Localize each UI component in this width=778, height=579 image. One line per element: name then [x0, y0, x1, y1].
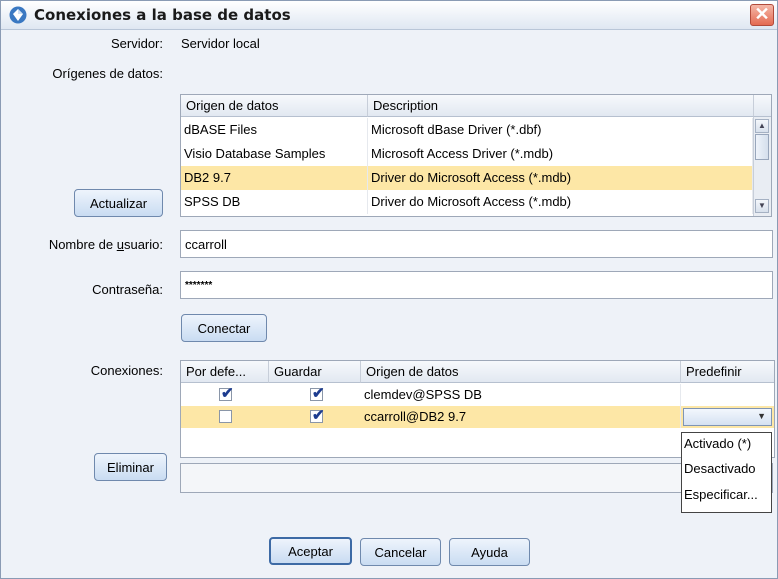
source-name-cell: SPSS DB — [181, 190, 368, 214]
column-header-source[interactable]: Origen de datos — [361, 361, 681, 383]
connections-label: Conexiones: — [90, 363, 163, 378]
help-button[interactable]: Ayuda — [449, 538, 530, 566]
default-checkbox[interactable] — [219, 410, 232, 423]
delete-button[interactable]: Eliminar — [94, 453, 167, 481]
title-bar: Conexiones a la base de datos ✕ — [1, 1, 777, 30]
option-enabled[interactable]: Activado (*) — [684, 436, 751, 458]
data-sources-label: Orígenes de datos: — [52, 66, 163, 81]
option-disabled[interactable]: Desactivado — [684, 461, 756, 483]
driver-cell: Driver do Microsoft Access (*.mdb) — [368, 190, 753, 214]
table-row[interactable]: DB2 9.7 Driver do Microsoft Access (*.mdb… — [181, 166, 753, 190]
driver-cell: Microsoft dBase Driver (*.dbf) — [368, 118, 753, 142]
connection-source-cell: ccarroll@DB2 9.7 — [361, 406, 681, 428]
password-input[interactable] — [180, 271, 773, 299]
connect-button[interactable]: Conectar — [181, 314, 267, 342]
source-name-cell: dBASE Files — [181, 118, 368, 142]
header-filler — [754, 95, 771, 117]
scroll-up-icon[interactable]: ▲ — [755, 119, 769, 133]
column-header-source[interactable]: Origen de datos — [181, 95, 368, 117]
server-label: Servidor: — [110, 36, 163, 51]
default-checkbox[interactable]: ✔ — [219, 385, 234, 402]
connection-source-cell: clemdev@SPSS DB — [361, 384, 681, 406]
cancel-button[interactable]: Cancelar — [360, 538, 441, 566]
table-row[interactable]: ✔ ✔ clemdev@SPSS DB — [181, 384, 774, 406]
table-row[interactable]: SPSS DB Driver do Microsoft Access (*.mdb… — [181, 190, 753, 214]
checkmark-icon: ✔ — [312, 385, 325, 402]
option-specify[interactable]: Especificar... — [684, 487, 758, 509]
table-row[interactable]: dBASE Files Microsoft dBase Driver (*.dbf… — [181, 118, 753, 142]
driver-cell: Driver do Microsoft Access (*.mdb) — [368, 166, 753, 190]
table-row[interactable]: Visio Database Samples Microsoft Access D… — [181, 142, 753, 166]
dialog-window: Conexiones a la base de datos ✕ Servidor… — [0, 0, 778, 579]
driver-cell: Microsoft Access Driver (*.mdb) — [368, 142, 753, 166]
column-header-preset[interactable]: Predefinir — [681, 361, 774, 383]
preset-dropdown-list[interactable]: Activado (*) Desactivado Especificar... — [681, 432, 772, 513]
save-checkbox[interactable]: ✔ — [310, 385, 325, 402]
table-row[interactable]: ✔ ccarroll@DB2 9.7 ▼ — [181, 406, 774, 428]
preset-select[interactable]: ▼ — [683, 408, 772, 426]
checkmark-icon: ✔ — [221, 385, 234, 402]
column-header-save[interactable]: Guardar — [269, 361, 361, 383]
refresh-button[interactable]: Actualizar — [74, 189, 163, 217]
checkmark-icon: ✔ — [312, 407, 325, 424]
source-name-cell: DB2 9.7 — [181, 166, 368, 190]
window-title: Conexiones a la base de datos — [34, 6, 291, 24]
data-sources-scrollbar[interactable]: ▲ ▼ — [753, 117, 771, 216]
scroll-down-icon[interactable]: ▼ — [755, 199, 769, 213]
source-name-cell: Visio Database Samples — [181, 142, 368, 166]
data-sources-table[interactable]: Origen de datos Description dBASE Files M… — [180, 94, 772, 217]
close-button[interactable]: ✕ — [750, 4, 774, 26]
username-label: Nombre de usuario: — [48, 237, 163, 252]
column-header-default[interactable]: Por defe... — [181, 361, 269, 383]
ok-button[interactable]: Aceptar — [269, 537, 352, 565]
close-icon: ✕ — [754, 4, 770, 24]
save-checkbox[interactable]: ✔ — [310, 407, 325, 424]
server-value: Servidor local — [181, 36, 260, 51]
column-header-description[interactable]: Description — [368, 95, 754, 117]
chevron-down-icon: ▼ — [757, 411, 766, 421]
password-label: Contraseña: — [92, 282, 163, 297]
scroll-thumb[interactable] — [755, 134, 769, 160]
database-diamond-icon — [9, 6, 27, 24]
username-input[interactable] — [180, 230, 773, 258]
